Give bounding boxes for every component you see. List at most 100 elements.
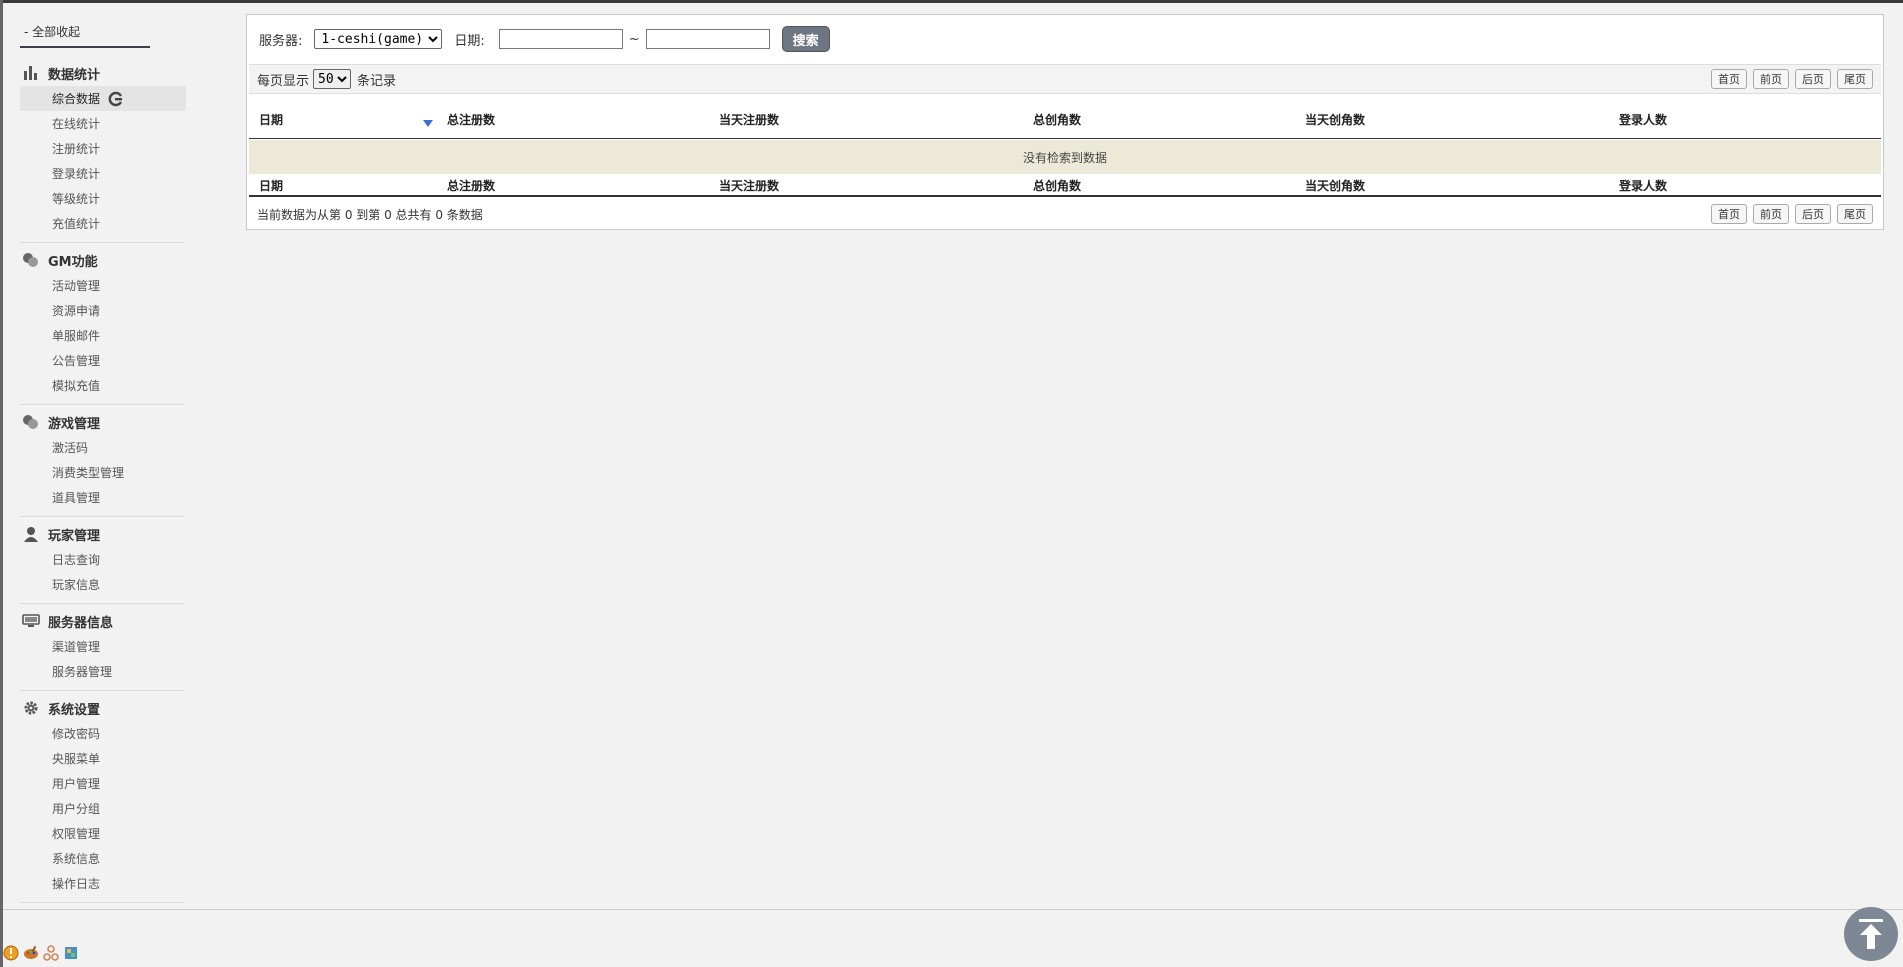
column-header-date[interactable]: 日期 (259, 111, 283, 128)
column-header-total-create-role[interactable]: 总创角数 (1033, 111, 1081, 128)
sidebar-item-label: 登录统计 (52, 167, 101, 181)
menu-group-player: 玩家管理 日志查询 玩家信息 (20, 521, 184, 604)
sidebar-item-label: 用户管理 (52, 777, 101, 791)
column-header-day-create-role[interactable]: 当天创角数 (1305, 111, 1365, 128)
empty-table-message: 没有检索到数据 (249, 140, 1881, 174)
database-icon[interactable] (62, 944, 79, 961)
sidebar-item-label: 服务器管理 (52, 665, 113, 679)
warning-icon[interactable] (2, 944, 19, 961)
sidebar-item-resource-request[interactable]: 资源申请 (20, 298, 184, 323)
sidebar-item-level-stats[interactable]: 等级统计 (20, 186, 184, 211)
search-button[interactable]: 搜索 (781, 26, 830, 52)
prev-page-button[interactable]: 前页 (1753, 69, 1789, 89)
palette-icon[interactable] (22, 944, 39, 961)
sidebar-item-recharge-stats[interactable]: 充值统计 (20, 211, 184, 236)
menu-group-header[interactable]: 游戏管理 (20, 409, 184, 435)
sidebar-item-log-query[interactable]: 日志查询 (20, 547, 184, 572)
column-header-total-register[interactable]: 总注册数 (447, 111, 495, 128)
sidebar-item-mock-recharge[interactable]: 模拟充值 (20, 373, 184, 398)
menu-group-header[interactable]: 数据统计 (20, 60, 184, 86)
sidebar-item-label: 等级统计 (52, 192, 101, 206)
collapse-all-link[interactable]: - 全部收起 (20, 18, 150, 48)
column-footer-total-create-role: 总创角数 (1033, 178, 1082, 193)
arrow-up-icon (1859, 919, 1883, 949)
sidebar-item-label: 修改密码 (52, 727, 101, 741)
left-border (0, 0, 3, 967)
date-to-input[interactable] (645, 29, 770, 49)
menu-group-header[interactable]: 玩家管理 (20, 521, 184, 547)
column-footer-date: 日期 (259, 178, 284, 193)
date-from-input[interactable] (498, 29, 623, 49)
sidebar-item-operation-log[interactable]: 操作日志 (20, 871, 184, 896)
next-page-button[interactable]: 后页 (1795, 69, 1831, 89)
sidebar-item-register-stats[interactable]: 注册统计 (20, 136, 184, 161)
sidebar-item-central-menu[interactable]: 央服菜单 (20, 746, 184, 771)
sidebar-item-consume-type[interactable]: 消费类型管理 (20, 460, 184, 485)
column-header-day-register[interactable]: 当天注册数 (719, 111, 779, 128)
first-page-button[interactable]: 首页 (1711, 69, 1747, 89)
sidebar-item-activation-code[interactable]: 激活码 (20, 435, 184, 460)
sidebar-item-label: 用户分组 (52, 802, 101, 816)
sidebar-item-label: 单服邮件 (52, 329, 101, 343)
sidebar-item-player-info[interactable]: 玩家信息 (20, 572, 184, 597)
sidebar-item-user-group[interactable]: 用户分组 (20, 796, 184, 821)
per-page-prefix: 每页显示 (257, 73, 310, 89)
user-icon (20, 524, 42, 544)
record-summary: 当前数据为从第 0 到第 0 总共有 0 条数据 (257, 207, 483, 222)
sidebar-item-server-mail[interactable]: 单服邮件 (20, 323, 184, 348)
sidebar-item-permissions[interactable]: 权限管理 (20, 821, 184, 846)
sidebar-item-activity[interactable]: 活动管理 (20, 273, 184, 298)
menu-group-server: 服务器信息 渠道管理 服务器管理 (20, 608, 184, 691)
sidebar-item-label: 道具管理 (52, 491, 101, 505)
sidebar-item-label: 注册统计 (52, 142, 101, 156)
sidebar-item-system-info[interactable]: 系统信息 (20, 846, 184, 871)
sidebar-item-announcement[interactable]: 公告管理 (20, 348, 184, 373)
sidebar-item-label: 综合数据 (52, 92, 101, 106)
network-icon[interactable] (42, 944, 59, 961)
menu-group-title: 服务器信息 (48, 615, 114, 631)
sidebar-item-label: 公告管理 (52, 354, 101, 368)
scroll-to-top-button[interactable] (1844, 907, 1898, 961)
refresh-icon[interactable] (108, 91, 124, 107)
sidebar-item-label: 充值统计 (52, 217, 101, 231)
last-page-button[interactable]: 尾页 (1837, 204, 1873, 224)
sidebar-item-items[interactable]: 道具管理 (20, 485, 184, 510)
sidebar-item-label: 在线统计 (52, 117, 101, 131)
server-select[interactable]: 1-ceshi(game) (314, 29, 443, 49)
sidebar-item-online-stats[interactable]: 在线统计 (20, 111, 184, 136)
toggle-icon (20, 412, 42, 432)
sidebar-item-server-manage[interactable]: 服务器管理 (20, 659, 184, 684)
menu-group-header[interactable]: 服务器信息 (20, 608, 184, 634)
bar-chart-icon (20, 63, 42, 83)
search-form: 服务器: 1-ceshi(game) 日期: ~ 搜索 (259, 26, 830, 52)
sidebar-item-overview[interactable]: 综合数据 (20, 86, 186, 111)
server-label: 服务器: (259, 33, 303, 49)
sidebar-item-user-manage[interactable]: 用户管理 (20, 771, 184, 796)
sidebar-item-login-stats[interactable]: 登录统计 (20, 161, 184, 186)
menu-group-header[interactable]: GM功能 (20, 247, 184, 273)
menu-group-header[interactable]: 系统设置 (20, 695, 184, 721)
sidebar-item-label: 激活码 (52, 441, 89, 455)
per-page-suffix: 条记录 (357, 73, 397, 89)
sidebar-item-channel[interactable]: 渠道管理 (20, 634, 184, 659)
menu-group-title: 系统设置 (48, 702, 101, 718)
sidebar-item-label: 日志查询 (52, 553, 101, 567)
sort-desc-icon[interactable] (423, 120, 433, 127)
sidebar-item-label: 操作日志 (52, 877, 101, 891)
server-icon (20, 611, 42, 631)
per-page-select[interactable]: 50 (313, 69, 352, 89)
footer-divider (3, 909, 1903, 910)
menu-group-gm: GM功能 活动管理 资源申请 单服邮件 公告管理 模拟充值 (20, 247, 184, 405)
first-page-button[interactable]: 首页 (1711, 204, 1747, 224)
sidebar-item-change-password[interactable]: 修改密码 (20, 721, 184, 746)
gear-icon (20, 698, 42, 718)
top-border (0, 0, 1903, 3)
prev-page-button[interactable]: 前页 (1753, 204, 1789, 224)
next-page-button[interactable]: 后页 (1795, 204, 1831, 224)
sidebar-item-label: 模拟充值 (52, 379, 101, 393)
last-page-button[interactable]: 尾页 (1837, 69, 1873, 89)
column-footer-day-create-role: 当天创角数 (1305, 178, 1366, 193)
column-header-login-count[interactable]: 登录人数 (1619, 111, 1667, 128)
pager-bottom: 首页 前页 后页 尾页 (1711, 204, 1873, 224)
column-footer-login-count: 登录人数 (1619, 178, 1668, 193)
